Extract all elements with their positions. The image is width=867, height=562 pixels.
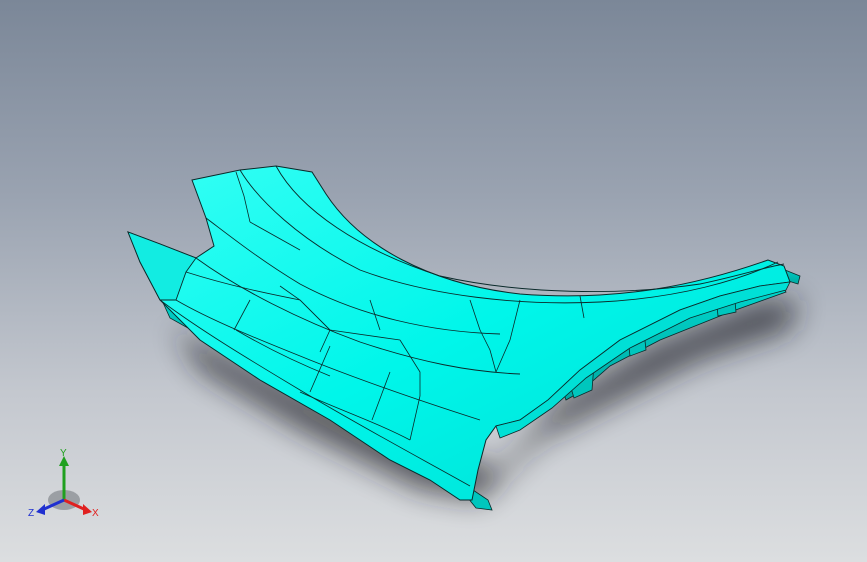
x-axis-label: X xyxy=(92,508,99,519)
graphics-viewport[interactable]: Y X Z xyxy=(0,0,867,562)
fender-model[interactable] xyxy=(0,0,867,562)
z-axis-arrow xyxy=(36,504,45,515)
x-axis-arrow xyxy=(83,504,92,515)
z-axis-label: Z xyxy=(28,508,34,519)
orientation-triad[interactable]: Y X Z xyxy=(26,446,106,526)
y-axis-label: Y xyxy=(60,448,67,459)
